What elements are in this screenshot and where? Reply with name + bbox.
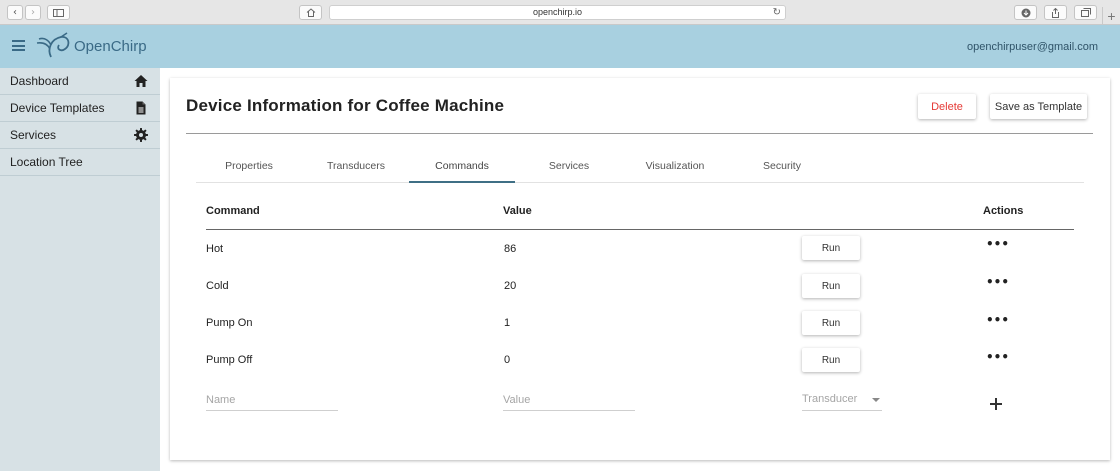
share-icon	[1052, 7, 1059, 18]
command-name: Pump On	[206, 317, 253, 329]
app-header: OpenChirp openchirpuser@gmail.com	[0, 25, 1120, 68]
run-button[interactable]: Run	[802, 274, 860, 298]
run-button[interactable]: Run	[802, 311, 860, 335]
more-actions-icon[interactable]: •••	[986, 276, 1009, 288]
downloads-button[interactable]	[1014, 5, 1037, 20]
column-header-command: Command	[206, 205, 260, 217]
home-icon	[134, 75, 148, 87]
user-email[interactable]: openchirpuser@gmail.com	[967, 41, 1098, 53]
transducer-select-placeholder: Transducer	[802, 393, 858, 405]
sidebar-item-device-templates[interactable]: Device Templates	[0, 95, 160, 122]
sidebar-toggle-button[interactable]	[47, 5, 70, 20]
more-actions-icon[interactable]: •••	[986, 314, 1009, 326]
more-actions-icon[interactable]: •••	[986, 238, 1009, 250]
run-button[interactable]: Run	[802, 236, 860, 260]
table-header-divider	[206, 229, 1074, 230]
command-value: 86	[504, 243, 517, 255]
tabs-overview-button[interactable]	[1074, 5, 1097, 20]
tab-commands[interactable]: Commands	[409, 154, 515, 183]
home-browser-button[interactable]	[299, 5, 322, 20]
sidebar-item-dashboard[interactable]: Dashboard	[0, 68, 160, 95]
tab-visualization[interactable]: Visualization	[622, 154, 728, 183]
save-as-template-button[interactable]: Save as Template	[990, 94, 1087, 119]
address-bar[interactable]: openchirp.io ↻	[329, 5, 786, 20]
reload-icon[interactable]: ↻	[773, 6, 781, 19]
sidebar-item-services[interactable]: Services	[0, 122, 160, 149]
tab-security[interactable]: Security	[729, 154, 835, 183]
url-text: openchirp.io	[532, 7, 583, 17]
dropdown-caret-icon	[872, 398, 880, 402]
command-name: Hot	[206, 243, 224, 255]
command-value: 0	[504, 354, 511, 366]
tab-bar: Properties Transducers Commands Services…	[196, 154, 1084, 183]
openchirp-logo-icon	[36, 32, 70, 58]
new-command-name-input[interactable]	[206, 390, 338, 411]
share-button[interactable]	[1044, 5, 1067, 20]
add-command-icon[interactable]	[990, 398, 1002, 410]
sidebar-item-label: Device Templates	[10, 101, 105, 115]
sidebar-item-label: Dashboard	[10, 74, 69, 88]
tabs-icon	[1080, 8, 1091, 17]
sidebar-icon	[53, 8, 64, 17]
house-icon	[306, 8, 315, 17]
new-command-value-input[interactable]	[503, 390, 635, 411]
delete-button[interactable]: Delete	[918, 94, 976, 119]
brand-name: OpenChirp	[74, 38, 147, 55]
sidebar: Dashboard Device Templates Services Loca…	[0, 68, 160, 471]
sidebar-item-label: Location Tree	[10, 155, 83, 169]
title-divider	[186, 133, 1093, 134]
device-info-card: Device Information for Coffee Machine De…	[170, 78, 1110, 460]
download-icon	[1021, 8, 1030, 17]
page-title: Device Information for Coffee Machine	[186, 96, 505, 115]
command-name: Pump Off	[206, 354, 253, 366]
document-icon	[136, 101, 146, 115]
transducer-select[interactable]: Transducer	[802, 393, 882, 411]
run-button[interactable]: Run	[802, 348, 860, 372]
browser-toolbar: ‹ › openchirp.io ↻ +	[0, 0, 1120, 25]
forward-button[interactable]: ›	[25, 5, 41, 20]
column-header-actions: Actions	[983, 205, 1024, 217]
new-tab-button[interactable]: +	[1102, 7, 1120, 25]
tab-properties[interactable]: Properties	[196, 154, 302, 183]
back-button[interactable]: ‹	[7, 5, 23, 20]
command-name: Cold	[206, 280, 229, 292]
menu-icon[interactable]	[12, 40, 25, 51]
sidebar-item-location-tree[interactable]: Location Tree	[0, 149, 160, 176]
tab-services[interactable]: Services	[516, 154, 622, 183]
gear-icon	[134, 128, 148, 142]
more-actions-icon[interactable]: •••	[986, 351, 1009, 363]
column-header-value: Value	[503, 205, 532, 217]
sidebar-item-label: Services	[10, 128, 57, 142]
tab-transducers[interactable]: Transducers	[303, 154, 409, 183]
command-value: 1	[504, 317, 511, 329]
command-value: 20	[504, 280, 517, 292]
